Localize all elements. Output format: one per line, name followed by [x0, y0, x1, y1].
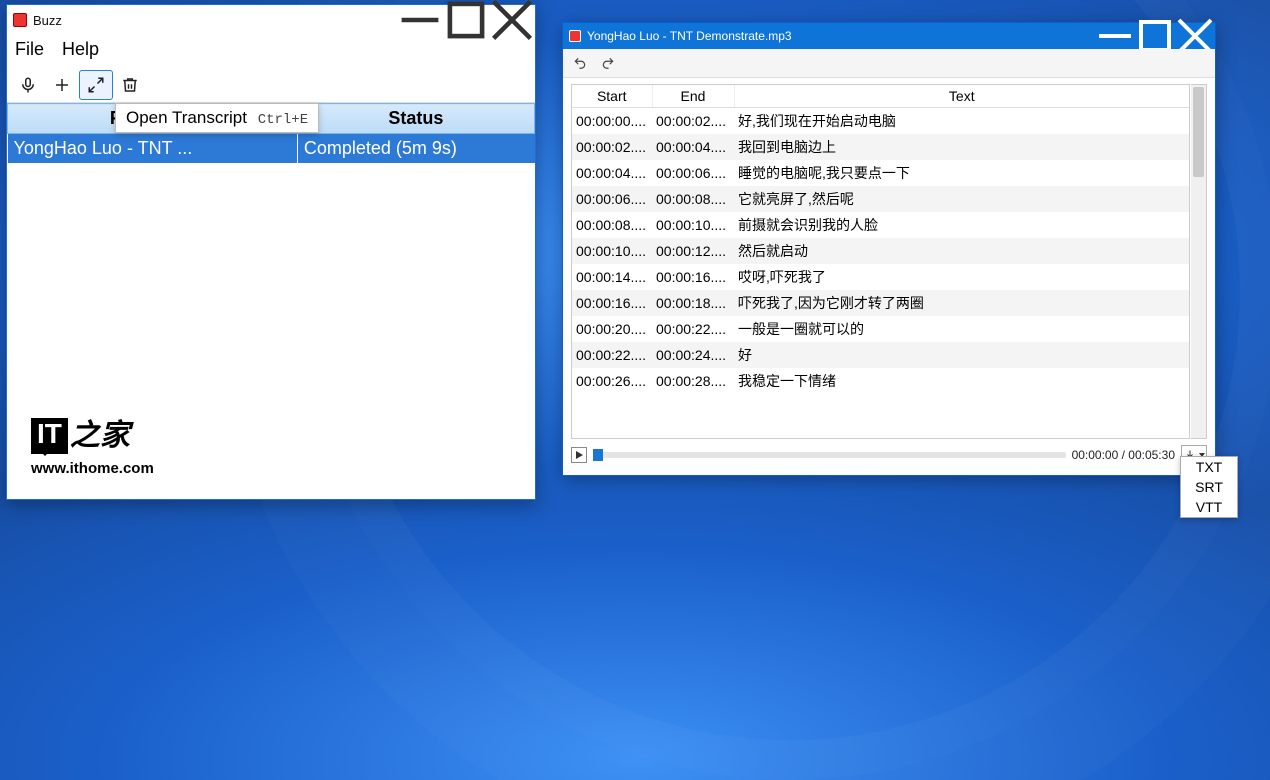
play-button[interactable]: [571, 447, 587, 463]
titlebar[interactable]: Buzz: [7, 5, 535, 35]
undo-button[interactable]: [569, 53, 591, 73]
transcript-row[interactable]: 00:00:26....00:00:28....我稳定一下情绪: [572, 368, 1189, 394]
cell-end: 00:00:12....: [652, 238, 734, 264]
scrollbar-thumb[interactable]: [1193, 87, 1204, 177]
cell-start: 00:00:22....: [572, 342, 652, 368]
timecode: 00:00:00 / 00:05:30: [1072, 448, 1175, 462]
cell-start: 00:00:08....: [572, 212, 652, 238]
export-menu: TXTSRTVTT: [1180, 456, 1238, 518]
transcript-row[interactable]: 00:00:14....00:00:16....哎呀,吓死我了: [572, 264, 1189, 290]
col-status[interactable]: Status: [297, 104, 534, 134]
cell-end: 00:00:06....: [652, 160, 734, 186]
cell-start: 00:00:14....: [572, 264, 652, 290]
cell-end: 00:00:18....: [652, 290, 734, 316]
tooltip-label: Open Transcript: [126, 108, 247, 127]
cell-start: 00:00:00....: [572, 108, 652, 135]
cell-text: 我回到电脑边上: [734, 134, 1189, 160]
cell-text: 哎呀,吓死我了: [734, 264, 1189, 290]
cell-text: 前摄就会识别我的人脸: [734, 212, 1189, 238]
cell-end: 00:00:02....: [652, 108, 734, 135]
open-transcript-button[interactable]: [79, 70, 113, 100]
app-icon: [13, 13, 27, 27]
seek-slider[interactable]: [593, 452, 1066, 458]
cell-end: 00:00:04....: [652, 134, 734, 160]
transcript-table: Start End Text 00:00:00....00:00:02....好…: [572, 85, 1189, 394]
minimize-button[interactable]: [397, 5, 443, 35]
cell-end: 00:00:22....: [652, 316, 734, 342]
window-title: Buzz: [33, 13, 397, 28]
cell-text: 我稳定一下情绪: [734, 368, 1189, 394]
col-end[interactable]: End: [652, 85, 734, 108]
cell-end: 00:00:08....: [652, 186, 734, 212]
logo-it: IT: [31, 418, 68, 454]
window-title: YongHao Luo - TNT Demonstrate.mp3: [587, 29, 1095, 43]
toolbar: [7, 68, 535, 103]
menu-help[interactable]: Help: [62, 39, 99, 60]
cell-text: 一般是一圈就可以的: [734, 316, 1189, 342]
seek-thumb[interactable]: [593, 449, 603, 461]
redo-button[interactable]: [597, 53, 619, 73]
cell-text: 然后就启动: [734, 238, 1189, 264]
logo-zhijia: 之家: [70, 410, 130, 454]
menu-file[interactable]: File: [15, 39, 44, 60]
cell-start: 00:00:16....: [572, 290, 652, 316]
cell-start: 00:00:04....: [572, 160, 652, 186]
transcript-row[interactable]: 00:00:20....00:00:22....一般是一圈就可以的: [572, 316, 1189, 342]
transcript-row[interactable]: 00:00:10....00:00:12....然后就启动: [572, 238, 1189, 264]
transcript-row[interactable]: 00:00:02....00:00:04....我回到电脑边上: [572, 134, 1189, 160]
transcript-window: YongHao Luo - TNT Demonstrate.mp3: [562, 22, 1216, 476]
transcript-row[interactable]: 00:00:04....00:00:06....睡觉的电脑呢,我只要点一下: [572, 160, 1189, 186]
transcript-row[interactable]: 00:00:06....00:00:08....它就亮屏了,然后呢: [572, 186, 1189, 212]
tooltip-shortcut: Ctrl+E: [258, 112, 308, 128]
cell-start: 00:00:20....: [572, 316, 652, 342]
cell-end: 00:00:10....: [652, 212, 734, 238]
add-button[interactable]: [45, 70, 79, 100]
transcript-row[interactable]: 00:00:08....00:00:10....前摄就会识别我的人脸: [572, 212, 1189, 238]
cell-start: 00:00:26....: [572, 368, 652, 394]
cell-text: 好: [734, 342, 1189, 368]
transcript-row[interactable]: 00:00:16....00:00:18....吓死我了,因为它刚才转了两圈: [572, 290, 1189, 316]
tooltip-open-transcript: Open Transcript Ctrl+E: [115, 103, 319, 133]
close-button[interactable]: [1175, 23, 1215, 49]
cell-start: 00:00:02....: [572, 134, 652, 160]
titlebar[interactable]: YongHao Luo - TNT Demonstrate.mp3: [563, 23, 1215, 49]
watermark: IT 之家 www.ithome.com: [31, 410, 154, 477]
cell-text: 睡觉的电脑呢,我只要点一下: [734, 160, 1189, 186]
minimize-button[interactable]: [1095, 23, 1135, 49]
vertical-scrollbar[interactable]: [1191, 84, 1207, 439]
cell-start: 00:00:10....: [572, 238, 652, 264]
close-button[interactable]: [489, 5, 535, 35]
cell-status: Completed (5m 9s): [297, 134, 534, 164]
cell-text: 它就亮屏了,然后呢: [734, 186, 1189, 212]
cell-end: 00:00:24....: [652, 342, 734, 368]
col-start[interactable]: Start: [572, 85, 652, 108]
table-row[interactable]: YongHao Luo - TNT ...Completed (5m 9s): [8, 134, 535, 164]
cell-start: 00:00:06....: [572, 186, 652, 212]
app-icon: [569, 30, 581, 42]
menubar: File Help: [7, 35, 535, 68]
export-option-txt[interactable]: TXT: [1181, 457, 1237, 477]
col-text[interactable]: Text: [734, 85, 1189, 108]
transcript-row[interactable]: 00:00:00....00:00:02....好,我们现在开始启动电脑: [572, 108, 1189, 135]
cell-text: 好,我们现在开始启动电脑: [734, 108, 1189, 135]
playback-bar: 00:00:00 / 00:05:30: [563, 439, 1215, 475]
cell-file-name: YongHao Luo - TNT ...: [8, 134, 298, 164]
maximize-button[interactable]: [1135, 23, 1175, 49]
cell-text: 吓死我了,因为它刚才转了两圈: [734, 290, 1189, 316]
cell-end: 00:00:28....: [652, 368, 734, 394]
logo-url: www.ithome.com: [31, 460, 154, 477]
buzz-main-window: Buzz File Help Open: [6, 4, 536, 500]
export-option-vtt[interactable]: VTT: [1181, 497, 1237, 517]
transcript-toolbar: [563, 49, 1215, 78]
transcript-table-container: Start End Text 00:00:00....00:00:02....好…: [571, 84, 1190, 439]
delete-button[interactable]: [113, 70, 147, 100]
transcript-row[interactable]: 00:00:22....00:00:24....好: [572, 342, 1189, 368]
export-option-srt[interactable]: SRT: [1181, 477, 1237, 497]
record-button[interactable]: [11, 70, 45, 100]
maximize-button[interactable]: [443, 5, 489, 35]
cell-end: 00:00:16....: [652, 264, 734, 290]
